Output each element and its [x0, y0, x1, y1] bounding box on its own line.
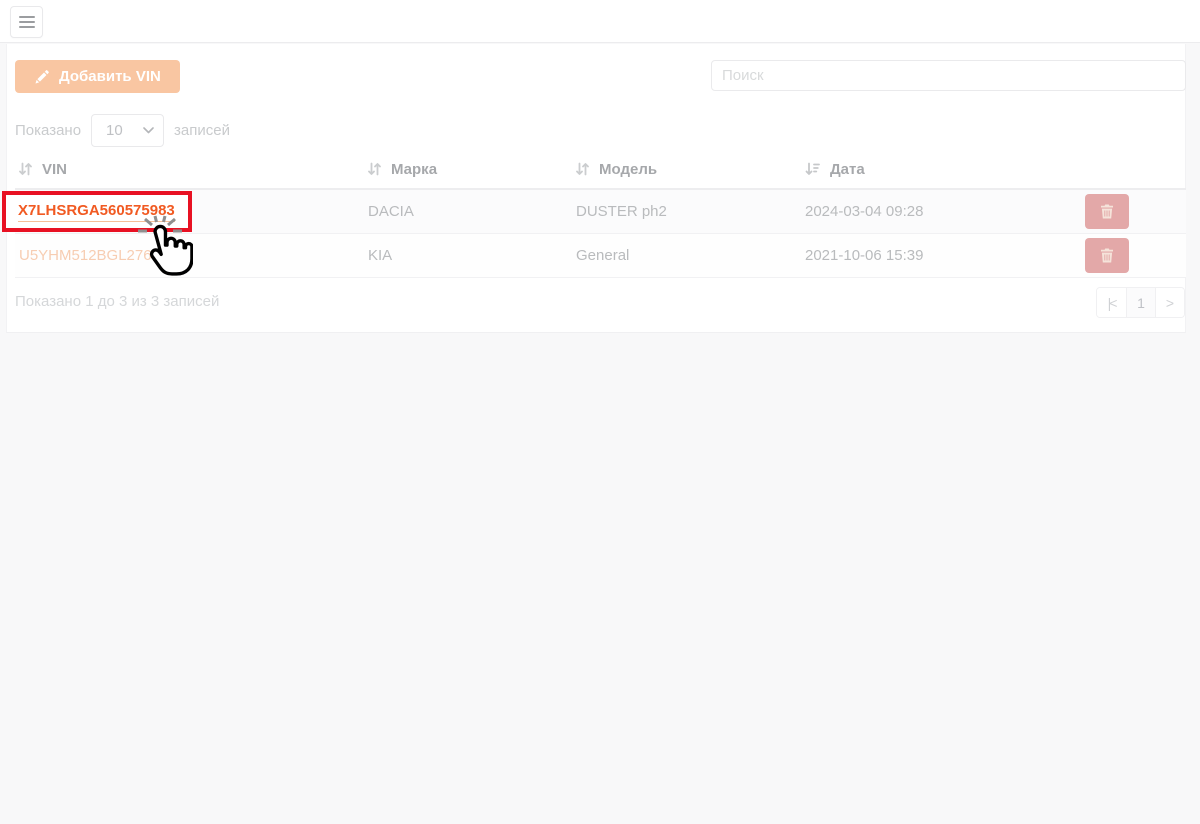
- delete-button[interactable]: [1085, 194, 1129, 229]
- page-length-select[interactable]: 10: [91, 114, 164, 147]
- actions-cell: [1075, 194, 1186, 229]
- column-header-date[interactable]: Дата: [801, 150, 1075, 188]
- trash-icon: [1100, 204, 1114, 219]
- hamburger-icon: [19, 26, 35, 28]
- top-bar: [0, 0, 1200, 43]
- hamburger-menu-button[interactable]: [10, 6, 43, 38]
- vin-link[interactable]: U5YHM512BGL276: [19, 247, 152, 264]
- length-prefix-label: Показано: [15, 122, 81, 139]
- column-label: Дата: [830, 161, 865, 178]
- length-selected-value: 10: [106, 122, 123, 139]
- column-label: Марка: [391, 161, 437, 178]
- search-input[interactable]: [711, 60, 1186, 91]
- pencil-icon: [34, 69, 50, 85]
- model-cell: DUSTER ph2: [572, 203, 801, 220]
- column-label: Модель: [599, 161, 657, 178]
- model-cell: General: [572, 247, 801, 264]
- hamburger-icon: [19, 21, 35, 23]
- hand-pointer-cursor: [141, 224, 193, 284]
- sort-arrows-icon: [576, 162, 589, 176]
- column-header-brand[interactable]: Марка: [364, 150, 572, 188]
- column-header-vin[interactable]: VIN: [15, 150, 364, 188]
- brand-cell: DACIA: [364, 203, 572, 220]
- sort-arrows-icon: [368, 162, 381, 176]
- brand-cell: KIA: [364, 247, 572, 264]
- column-header-model[interactable]: Модель: [572, 150, 801, 188]
- trash-icon: [1100, 248, 1114, 263]
- sort-amount-desc-icon: [805, 162, 820, 176]
- actions-cell: [1075, 238, 1186, 273]
- table-header-row: VIN Марка Модель: [15, 150, 1186, 190]
- column-label: VIN: [42, 161, 67, 178]
- table-info-text: Показано 1 до 3 из 3 записей: [15, 293, 219, 310]
- page-length-control: Показано 10 записей: [15, 114, 230, 147]
- chevron-down-icon: [143, 127, 154, 134]
- next-page-button[interactable]: >: [1155, 288, 1184, 317]
- hamburger-icon: [19, 16, 35, 18]
- length-suffix-label: записей: [174, 122, 230, 139]
- first-page-button[interactable]: |<: [1097, 288, 1126, 317]
- pagination: |< 1 >: [1096, 287, 1185, 318]
- delete-button[interactable]: [1085, 238, 1129, 273]
- content-card: Добавить VIN Показано 10 записей VIN: [6, 44, 1186, 333]
- sort-arrows-icon: [19, 162, 32, 176]
- date-cell: 2021-10-06 15:39: [801, 247, 1075, 264]
- add-vin-button[interactable]: Добавить VIN: [15, 60, 180, 93]
- add-vin-label: Добавить VIN: [59, 68, 161, 85]
- current-page-button[interactable]: 1: [1126, 288, 1155, 317]
- column-header-actions: [1075, 150, 1186, 188]
- date-cell: 2024-03-04 09:28: [801, 203, 1075, 220]
